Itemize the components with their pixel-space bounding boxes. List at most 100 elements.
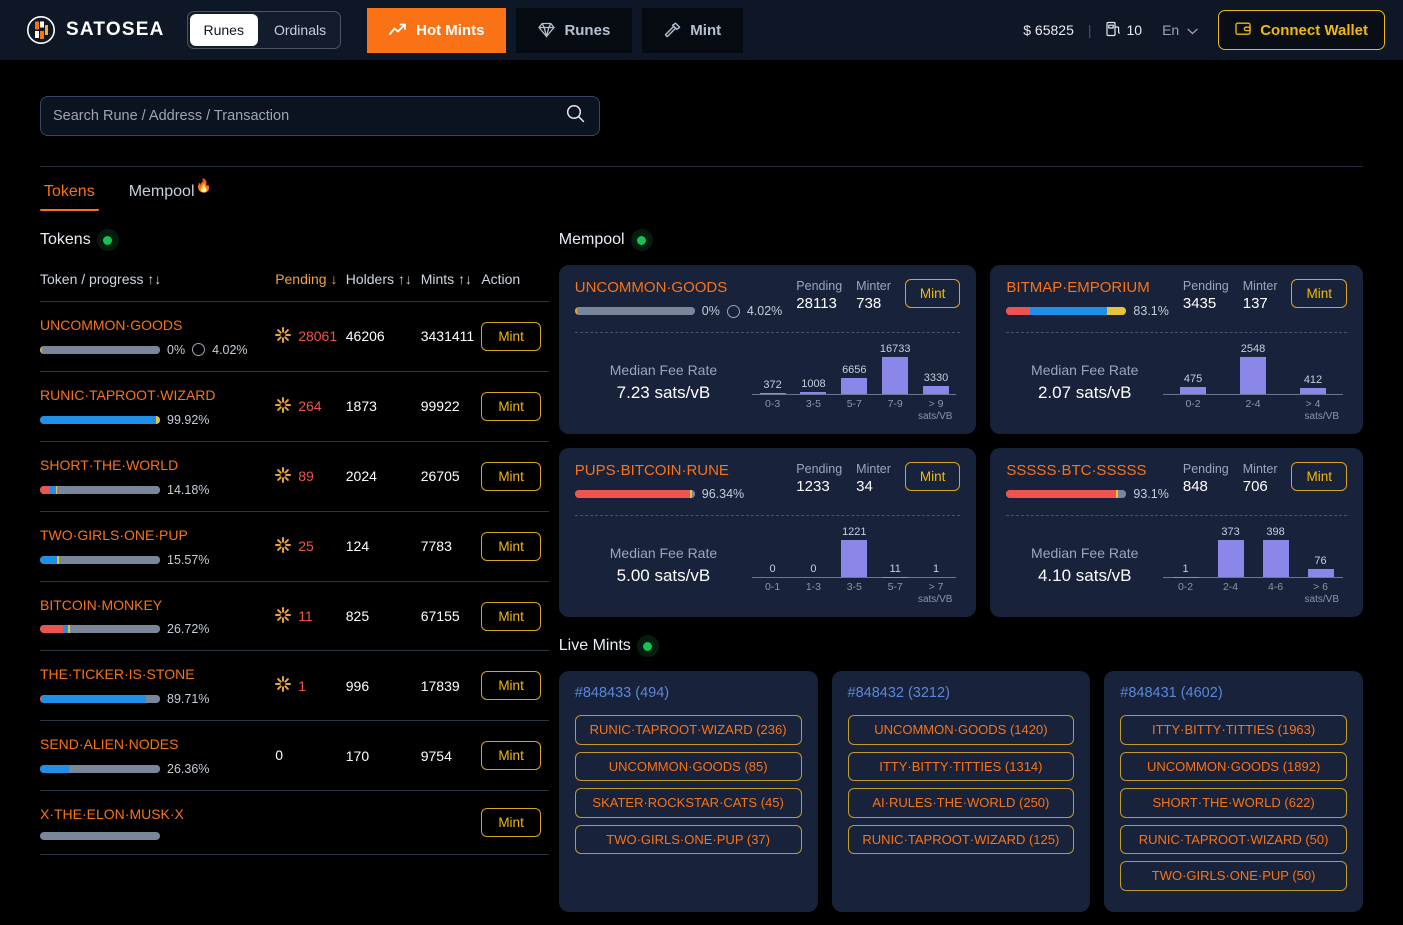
mint-button[interactable]: Mint xyxy=(481,461,541,491)
mints-cell xyxy=(420,790,482,856)
table-row[interactable]: X·THE·ELON·MUSK·X Mint xyxy=(40,790,549,856)
mempool-card-info: BITMAP·EMPORIUM 83.1% xyxy=(1006,279,1169,318)
list-item[interactable]: UNCOMMON·GOODS (85) xyxy=(574,751,802,782)
tab-tokens[interactable]: Tokens xyxy=(40,179,99,211)
list-item[interactable]: ITTY·BITTY·TITTIES (1963) xyxy=(1120,715,1347,745)
histogram-bars: 372 1008 6656 16733 3330 xyxy=(752,343,957,395)
block-height-label[interactable]: #848431 (4602) xyxy=(1120,685,1347,701)
mint-button[interactable]: Mint xyxy=(481,391,541,421)
table-row[interactable]: SHORT·THE·WORLD 14.18% 89 2024 26705 Mint xyxy=(40,441,549,512)
table-row[interactable]: RUNIC·TAPROOT·WIZARD 99.92% 264 1873 99922 Mi… xyxy=(40,371,549,442)
mempool-card[interactable]: PUPS·BITCOIN·RUNE 96.34% Pending 1233 Minter… xyxy=(558,448,977,617)
list-item[interactable]: RUNIC·TAPROOT·WIZARD (50) xyxy=(1120,824,1347,855)
table-row[interactable]: TWO·GIRLS·ONE·PUP 15.57% 25 124 7783 Mint xyxy=(40,511,549,582)
language-selector[interactable]: En xyxy=(1162,22,1198,38)
list-item[interactable]: UNCOMMON·GOODS (1892) xyxy=(1120,751,1347,782)
token-name[interactable]: UNCOMMON·GOODS xyxy=(40,316,210,335)
search-box[interactable] xyxy=(40,96,600,136)
mint-button[interactable]: Mint xyxy=(481,741,541,771)
mempool-card[interactable]: BITMAP·EMPORIUM 83.1% Pending 3435 Minter 137… xyxy=(990,265,1363,434)
list-item[interactable]: RUNIC·TAPROOT·WIZARD (236) xyxy=(574,715,802,745)
bar-column: 0 xyxy=(793,526,834,577)
progress-percent: 26.36% xyxy=(167,762,210,777)
tokens-col-pending[interactable]: Pending ↓ xyxy=(275,265,346,302)
search-input[interactable] xyxy=(53,108,566,124)
segment-ordinals[interactable]: Ordinals xyxy=(260,12,340,48)
token-name[interactable]: RUNIC·TAPROOT·WIZARD xyxy=(40,386,216,405)
list-item[interactable]: TWO·GIRLS·ONE·PUP (37) xyxy=(574,824,802,855)
block-height-label[interactable]: #848433 (494) xyxy=(575,685,802,701)
block-height-label[interactable]: #848432 (3212) xyxy=(848,685,1075,701)
nav-mint-label: Mint xyxy=(690,21,722,39)
pending-value: 28113 xyxy=(796,295,837,312)
token-name[interactable]: SHORT·THE·WORLD xyxy=(40,456,210,475)
tokens-col-mints[interactable]: Mints ↑↓ xyxy=(420,265,482,302)
mint-button[interactable]: Mint xyxy=(481,808,541,838)
token-cell: RUNIC·TAPROOT·WIZARD 99.92% xyxy=(40,371,276,442)
progress-percent: 14.18% xyxy=(167,482,210,497)
bar-column: 412 xyxy=(1283,343,1343,394)
token-name[interactable]: BITCOIN·MONKEY xyxy=(40,596,210,615)
token-name[interactable]: X·THE·ELON·MUSK·X xyxy=(40,805,210,824)
mint-button[interactable]: Mint xyxy=(481,531,541,561)
list-item[interactable]: SHORT·THE·WORLD (622) xyxy=(1120,788,1347,818)
live-mint-block: #848433 (494) RUNIC·TAPROOT·WIZARD (236) U… xyxy=(558,671,818,912)
mempool-card-footer: Median Fee Rate 2.07 sats/vB 475 2548 412 0-2… xyxy=(1006,343,1347,422)
token-name[interactable]: SEND·ALIEN·NODES xyxy=(40,735,210,754)
list-item[interactable]: TWO·GIRLS·ONE·PUP (50) xyxy=(1120,861,1347,891)
table-row[interactable]: THE·TICKER·IS·STONE 89.71% 1 996 17839 Mint xyxy=(40,650,549,722)
list-item[interactable]: AI·RULES·THE·WORLD (250) xyxy=(847,788,1075,818)
pending-stat: Pending 3435 xyxy=(1183,279,1229,312)
histogram-axis-unit: sats/VB xyxy=(1304,594,1339,605)
histogram-bars: 475 2548 412 xyxy=(1163,343,1343,395)
mint-button[interactable]: Mint xyxy=(904,279,961,308)
histogram-axis-unit: sats/VB xyxy=(1304,411,1339,422)
pending-cell: 28061 xyxy=(275,301,346,372)
nav-hot-mints[interactable]: Hot Mints xyxy=(367,7,507,53)
mempool-token-name[interactable]: SSSSS·BTC·SSSSS xyxy=(1006,462,1168,479)
mint-button[interactable]: Mint xyxy=(481,321,541,351)
mint-button[interactable]: Mint xyxy=(1291,279,1347,308)
mempool-progress: 93.1% xyxy=(1006,487,1169,501)
token-name[interactable]: TWO·GIRLS·ONE·PUP xyxy=(40,526,210,545)
list-item[interactable]: SKATER·ROCKSTAR·CATS (45) xyxy=(574,788,802,818)
bar-value: 1 xyxy=(932,562,940,575)
mint-button[interactable]: Mint xyxy=(481,601,541,631)
tokens-col-holders[interactable]: Holders ↑↓ xyxy=(345,265,421,302)
connect-wallet-button[interactable]: Connect Wallet xyxy=(1218,10,1385,50)
token-progress xyxy=(40,832,275,841)
median-fee-block: Median Fee Rate 5.00 sats/vB xyxy=(575,545,752,586)
fee-histogram-chart: 0 0 1221 11 1 0-1 1-3 3-5 5-7 > 7 sats/VB xyxy=(752,526,960,605)
list-item[interactable]: ITTY·BITTY·TITTIES (1314) xyxy=(847,751,1075,782)
table-row[interactable]: BITCOIN·MONKEY 26.72% 11 825 67155 Mint xyxy=(40,581,549,652)
satosea-logo-icon xyxy=(26,15,56,45)
mempool-card-head: BITMAP·EMPORIUM 83.1% Pending 3435 Minter 137… xyxy=(1006,279,1347,318)
mempool-token-name[interactable]: UNCOMMON·GOODS xyxy=(575,279,783,296)
token-name[interactable]: THE·TICKER·IS·STONE xyxy=(40,665,210,684)
pending-label: Pending xyxy=(1182,279,1229,293)
pending-stat: Pending 848 xyxy=(1183,462,1229,495)
segment-runes[interactable]: Runes xyxy=(189,14,258,46)
mint-button[interactable]: Mint xyxy=(1291,462,1347,491)
tab-mempool[interactable]: Mempool 🔥 xyxy=(125,179,216,211)
asset-type-switch[interactable]: Runes Ordinals xyxy=(186,11,342,49)
search-icon[interactable] xyxy=(566,104,585,128)
token-cell: THE·TICKER·IS·STONE 89.71% xyxy=(40,650,276,722)
mint-button[interactable]: Mint xyxy=(481,671,541,701)
tokens-col-token-progress[interactable]: Token / progress ↑↓ xyxy=(40,265,276,302)
token-cell: UNCOMMON·GOODS 0% 4.02% xyxy=(40,301,276,372)
mempool-card[interactable]: UNCOMMON·GOODS 0% 4.02% Pending 28113 Minter 7… xyxy=(558,265,977,434)
mempool-card[interactable]: SSSSS·BTC·SSSSS 93.1% Pending 848 Minter 706 M… xyxy=(990,448,1363,617)
table-row[interactable]: SEND·ALIEN·NODES 26.36% 0 170 9754 Mint xyxy=(40,720,549,792)
spinner-icon xyxy=(275,536,292,556)
mempool-token-name[interactable]: BITMAP·EMPORIUM xyxy=(1006,279,1168,296)
nav-runes[interactable]: Runes xyxy=(516,7,633,53)
list-item[interactable]: UNCOMMON·GOODS (1420) xyxy=(847,715,1075,745)
list-item[interactable]: RUNIC·TAPROOT·WIZARD (125) xyxy=(847,824,1075,855)
mint-button[interactable]: Mint xyxy=(904,462,961,491)
mempool-token-name[interactable]: PUPS·BITCOIN·RUNE xyxy=(575,462,783,479)
brand-logo[interactable]: SATOSEA xyxy=(26,15,165,45)
nav-mint[interactable]: Mint xyxy=(642,7,744,53)
table-row[interactable]: UNCOMMON·GOODS 0% 4.02% 28061 46206 3431411 Mi… xyxy=(40,301,549,372)
mints-cell: 7783 xyxy=(420,511,482,582)
